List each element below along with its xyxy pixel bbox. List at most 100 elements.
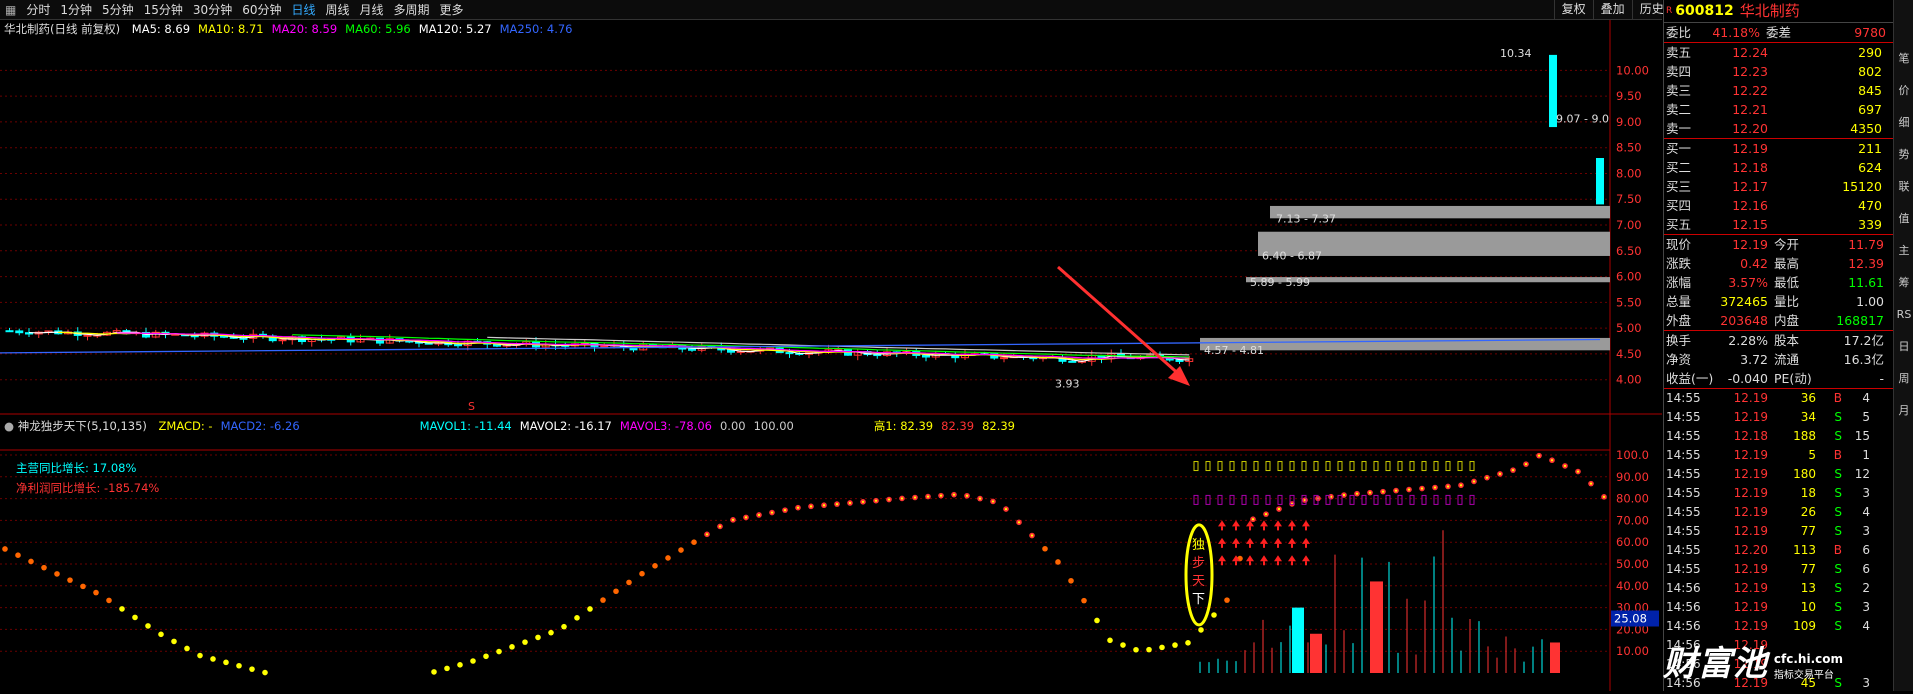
marker-purple: [1361, 494, 1367, 505]
up-arrow: [1302, 555, 1310, 562]
tick-price: 12.20: [1733, 543, 1768, 557]
tick-row[interactable]: 14:55 12.19 5 B 1: [1664, 446, 1894, 465]
tick-row[interactable]: 14:55 12.18 188 S 15: [1664, 427, 1894, 446]
kline-chart[interactable]: 10.00 9.50 9.00 8.50 8.00 7.50 7.00 6.50 6.00 5.5…: [0, 20, 1662, 415]
period-tab-9[interactable]: 多周期: [389, 1, 435, 18]
signal-dot-core: [1030, 534, 1034, 537]
signal-dot-core: [1394, 489, 1398, 492]
sub-legend: ● 神龙独步天下(5,10,135) ZMACD: - MACD2: -6.26 M…: [4, 418, 1015, 434]
tick-row[interactable]: 14:55 12.19 77 S 3: [1664, 522, 1894, 541]
stat-row: 现价 12.19 今开 11.79: [1664, 235, 1894, 254]
indicator-chart[interactable]: 100.0 90.00 80.00 70.00 60.00 50.00 40.00 30.00…: [0, 415, 1662, 691]
period-tab-4[interactable]: 30分钟: [188, 1, 237, 18]
side-tab-6[interactable]: 主: [1894, 242, 1913, 260]
stat-value2: 11.61: [1848, 275, 1884, 290]
side-tab-0[interactable]: 笔: [1894, 50, 1913, 68]
ask-row-label: 卖四: [1666, 64, 1692, 79]
toolbar-button-0[interactable]: 复权: [1553, 0, 1593, 19]
up-arrow: [1274, 555, 1282, 562]
tick-volume: 34: [1800, 410, 1816, 424]
period-tab-2[interactable]: 5分钟: [97, 1, 139, 18]
toolbar-button-1[interactable]: 叠加: [1592, 0, 1632, 19]
marker-yellow: [1265, 461, 1271, 472]
side-tab-9[interactable]: 日: [1894, 338, 1913, 356]
side-tab-5[interactable]: 值: [1894, 210, 1913, 228]
indicator-svg[interactable]: 100.090.0080.0070.0060.0050.0040.0030.00…: [0, 415, 1662, 691]
side-tabs: 笔价细势联值主筹 RS 日周月: [1893, 0, 1913, 691]
side-tab-4[interactable]: 联: [1894, 178, 1913, 196]
period-tab-10[interactable]: 更多: [435, 1, 469, 18]
vol-bar-big: [1292, 607, 1304, 673]
side-tab-11[interactable]: 月: [1894, 402, 1913, 420]
tick-side: S: [1834, 467, 1842, 481]
signal-dot: [561, 623, 567, 630]
ma-legend-2: MA20: 8.59: [271, 22, 338, 36]
signal-dot: [1146, 646, 1152, 653]
signal-dot: [1081, 597, 1087, 604]
signal-dot-core: [1355, 492, 1359, 495]
tick-count: 3: [1862, 600, 1870, 614]
y-tick-label: 90.00: [1616, 470, 1649, 484]
stat-label: 现价: [1666, 237, 1692, 252]
up-arrow: [1288, 537, 1296, 544]
signal-dot: [119, 606, 125, 612]
marker-purple: [1205, 494, 1211, 505]
signal-dot-core: [1368, 491, 1372, 494]
stat2-label2: 流通: [1774, 352, 1800, 367]
period-tab-5[interactable]: 60分钟: [237, 1, 286, 18]
candle: [1000, 357, 1008, 360]
ask-row-price: 12.21: [1732, 102, 1768, 117]
stat-value: 372465: [1720, 294, 1768, 309]
marker-yellow: [1385, 461, 1391, 472]
side-tab-10[interactable]: 周: [1894, 370, 1913, 388]
signal-dot: [236, 662, 242, 669]
signal-dot: [444, 665, 450, 672]
period-tab-7[interactable]: 周线: [321, 1, 355, 18]
bid-row-label: 买三: [1666, 179, 1692, 194]
marker-yellow: [1205, 461, 1211, 472]
zone-label: 7.13 - 7.37: [1276, 212, 1336, 225]
period-tab-1[interactable]: 1分钟: [55, 1, 97, 18]
tick-volume: 13: [1800, 581, 1816, 595]
signal-dot: [1042, 545, 1048, 552]
stat-value2: 12.39: [1848, 256, 1884, 271]
period-tab-0[interactable]: 分时: [21, 1, 55, 18]
period-tab-6[interactable]: 日线: [286, 1, 320, 18]
tick-count: 1: [1862, 448, 1870, 462]
signal-dot: [106, 597, 112, 604]
tick-row[interactable]: 14:55 12.19 26 S 4: [1664, 503, 1894, 522]
side-tab-8[interactable]: RS: [1894, 306, 1913, 324]
signal-dot-core: [952, 493, 956, 496]
tick-time: 14:55: [1666, 429, 1701, 443]
side-tab-3[interactable]: 势: [1894, 146, 1913, 164]
side-tab-2[interactable]: 细: [1894, 114, 1913, 132]
stat-row: 外盘 203648 内盘 168817: [1664, 311, 1894, 330]
tick-row[interactable]: 14:55 12.19 34 S 5: [1664, 408, 1894, 427]
bid-row-label: 买四: [1666, 198, 1692, 213]
ask-row-volume: 290: [1858, 45, 1882, 60]
tick-row[interactable]: 14:55 12.20 113 B 6: [1664, 541, 1894, 560]
menu-icon[interactable]: ▦: [0, 3, 21, 17]
signal-dot-core: [1420, 487, 1424, 490]
tick-row[interactable]: 14:56 12.19 13 S 2: [1664, 579, 1894, 598]
candle: [922, 354, 930, 358]
signal-dot: [171, 638, 177, 645]
kline-svg[interactable]: 10.00 9.50 9.00 8.50 8.00 7.50 7.00 6.50 6.00 5.5…: [0, 20, 1662, 415]
marker-yellow: [1421, 461, 1427, 472]
tick-row[interactable]: 14:55 12.19 18 S 3: [1664, 484, 1894, 503]
tick-row[interactable]: 14:55 12.19 36 B 4: [1664, 389, 1894, 408]
sell-marker: S: [468, 400, 475, 413]
stat-row: 涨跌 0.42 最高 12.39: [1664, 254, 1894, 273]
tick-row[interactable]: 14:55 12.19 77 S 6: [1664, 560, 1894, 579]
period-tab-8[interactable]: 月线: [355, 1, 389, 18]
tick-count: 4: [1862, 391, 1870, 405]
indicator-collapse-icon[interactable]: ●: [4, 419, 14, 433]
tick-row[interactable]: 14:55 12.19 180 S 12: [1664, 465, 1894, 484]
tick-row[interactable]: 14:56 12.19 109 S 4: [1664, 617, 1894, 636]
period-tab-3[interactable]: 15分钟: [139, 1, 188, 18]
tick-row[interactable]: 14:56 12.19 10 S 3: [1664, 598, 1894, 617]
tick-count: 15: [1854, 429, 1870, 443]
signal-dot: [1094, 617, 1100, 624]
side-tab-1[interactable]: 价: [1894, 82, 1913, 100]
side-tab-7[interactable]: 筹: [1894, 274, 1913, 292]
